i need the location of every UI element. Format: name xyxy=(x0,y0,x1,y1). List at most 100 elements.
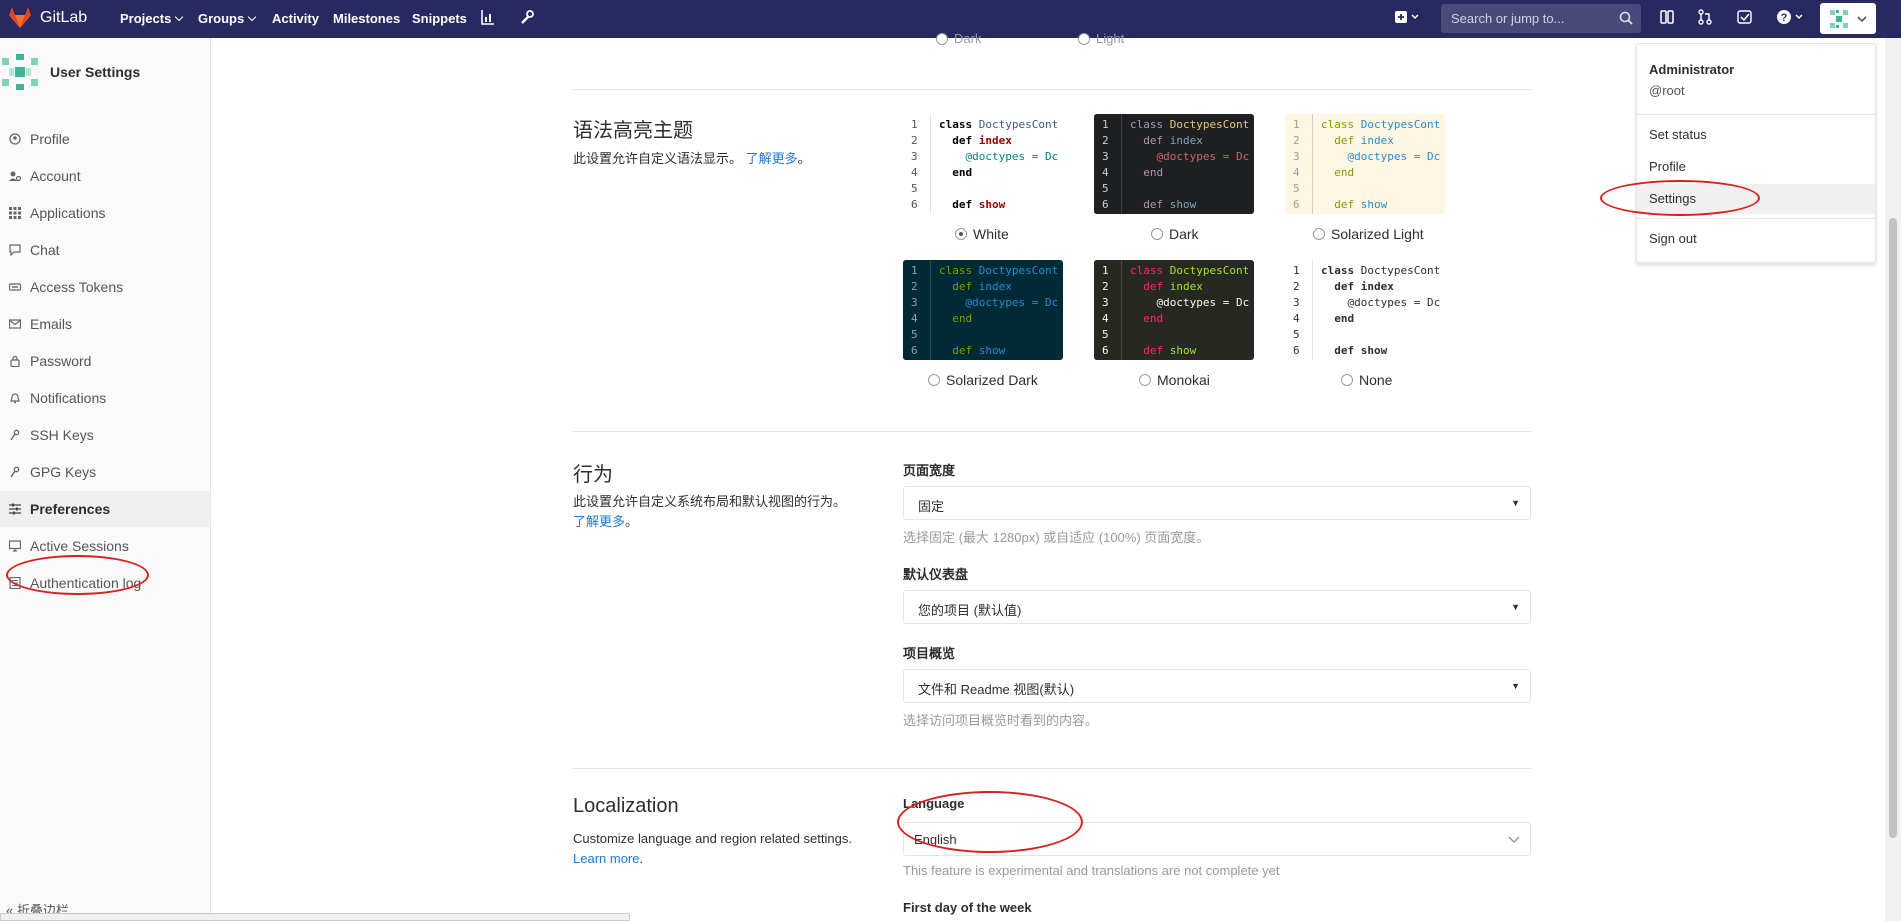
theme-monokai-preview[interactable]: 1 class DoctypesCont 2 def index 3 @doctype… xyxy=(1094,260,1254,360)
user-dropdown-menu: Administrator @root Set status Profile S… xyxy=(1636,43,1876,263)
sidebar-item-label: Profile xyxy=(30,131,70,147)
code-line: def index xyxy=(952,134,1012,147)
chart-icon[interactable] xyxy=(481,9,495,25)
code-line: class DoctypesCont xyxy=(1130,118,1250,131)
chevron-down-icon xyxy=(175,12,184,22)
dropdown-set-status[interactable]: Set status xyxy=(1637,120,1875,150)
option-label: Solarized Dark xyxy=(946,372,1038,388)
radio-button[interactable] xyxy=(1341,374,1353,386)
line-number: 4 xyxy=(1102,166,1109,179)
radio-button[interactable] xyxy=(1139,374,1151,386)
dropdown-sign-out[interactable]: Sign out xyxy=(1637,224,1875,254)
sidebar-item-account[interactable]: Account xyxy=(0,158,210,194)
option-label: Light xyxy=(1096,31,1125,46)
theme-solarized-dark-option[interactable]: Solarized Dark xyxy=(928,372,1038,388)
status-bar xyxy=(0,913,630,921)
line-number: 2 xyxy=(1102,134,1109,147)
merge-request-icon[interactable] xyxy=(1697,9,1713,25)
line-number: 3 xyxy=(1102,150,1109,163)
theme-dark-option[interactable]: Dark xyxy=(1151,226,1199,242)
ui-theme-light-option[interactable]: Light xyxy=(1078,31,1124,46)
nav-snippets[interactable]: Snippets xyxy=(412,11,467,26)
scrollbar-thumb[interactable] xyxy=(1889,218,1897,838)
behavior-learn-more-link[interactable]: 了解更多 xyxy=(573,514,625,529)
option-label: White xyxy=(973,226,1009,242)
code-line: def index xyxy=(1334,134,1394,147)
nav-groups[interactable]: Groups xyxy=(198,11,257,26)
line-number: 5 xyxy=(1102,328,1109,341)
radio-button[interactable] xyxy=(928,374,940,386)
radio-button[interactable] xyxy=(1078,32,1090,45)
radio-button[interactable] xyxy=(1151,228,1163,240)
sidebar-item-profile[interactable]: Profile xyxy=(0,121,210,157)
settings-sidebar: User Settings Profile Account Applicatio… xyxy=(0,38,211,921)
ui-theme-dark-option[interactable]: Dark xyxy=(936,31,981,46)
desc-text: 此设置允许自定义语法显示。 xyxy=(573,151,743,166)
theme-white-option[interactable]: White xyxy=(955,226,1009,242)
theme-none-preview[interactable]: 1 class DoctypesCont 2 def index 3 @doctype… xyxy=(1285,260,1445,360)
annotation-ellipse-preferences xyxy=(6,555,149,595)
code-line: @doctypes = Dc xyxy=(965,150,1059,163)
select-value: 固定 xyxy=(918,499,945,514)
option-label: Solarized Light xyxy=(1331,226,1424,242)
code-line: @doctypes = Dc xyxy=(1347,150,1441,163)
nav-projects[interactable]: Projects xyxy=(120,11,184,26)
language-help: This feature is experimental and transla… xyxy=(903,863,1280,878)
syntax-learn-more-link[interactable]: 了解更多 xyxy=(746,151,798,166)
default-dashboard-label: 默认仪表盘 xyxy=(903,567,969,582)
sidebar-item-password[interactable]: Password xyxy=(0,343,210,379)
help-icon[interactable]: ? xyxy=(1776,9,1806,25)
line-number: 2 xyxy=(911,134,918,147)
sidebar-item-access-tokens[interactable]: Access Tokens xyxy=(0,269,210,305)
radio-button[interactable] xyxy=(936,32,948,45)
theme-dark-preview[interactable]: 1 class DoctypesCont 2 def index 3 @doctype… xyxy=(1094,114,1254,214)
sidebar-item-label: Chat xyxy=(30,242,60,258)
line-number: 2 xyxy=(1293,134,1300,147)
theme-none-option[interactable]: None xyxy=(1341,372,1392,388)
dropdown-user-name: Administrator xyxy=(1649,62,1735,77)
line-number: 1 xyxy=(1102,118,1109,131)
code-line: def show xyxy=(1143,198,1197,211)
line-number: 6 xyxy=(1293,344,1300,357)
radio-button[interactable] xyxy=(1313,228,1325,240)
sidebar-item-notifications[interactable]: Notifications xyxy=(0,380,210,416)
sidebar-header[interactable]: User Settings xyxy=(0,52,140,92)
sidebar-item-applications[interactable]: Applications xyxy=(0,195,210,231)
sidebar-item-chat[interactable]: Chat xyxy=(0,232,210,268)
search-input[interactable]: Search or jump to... xyxy=(1441,4,1641,33)
nav-groups-label: Groups xyxy=(198,11,245,26)
localization-learn-more-link[interactable]: Learn more xyxy=(573,851,639,866)
gitlab-home-link[interactable]: GitLab xyxy=(8,6,87,30)
monitor-icon xyxy=(8,539,22,553)
project-overview-select[interactable]: 文件和 Readme 视图(默认) ▼ xyxy=(903,669,1531,703)
radio-button[interactable] xyxy=(955,228,967,240)
search-placeholder: Search or jump to... xyxy=(1451,11,1565,26)
user-avatar-button[interactable] xyxy=(1820,3,1876,34)
dropdown-username: @root xyxy=(1649,83,1685,98)
theme-monokai-option[interactable]: Monokai xyxy=(1139,372,1210,388)
default-dashboard-select[interactable]: 您的项目 (默认值) ▼ xyxy=(903,590,1531,624)
sidebar-item-preferences[interactable]: Preferences xyxy=(0,491,210,527)
layout-width-select[interactable]: 固定 ▼ xyxy=(903,486,1531,520)
todo-icon[interactable] xyxy=(1737,9,1753,25)
sidebar-item-ssh-keys[interactable]: SSH Keys xyxy=(0,417,210,453)
issues-icon[interactable] xyxy=(1659,9,1675,25)
brand-name: GitLab xyxy=(40,9,88,26)
page-scrollbar[interactable] xyxy=(1885,38,1901,921)
sidebar-item-emails[interactable]: Emails xyxy=(0,306,210,342)
sidebar-item-gpg-keys[interactable]: GPG Keys xyxy=(0,454,210,490)
wrench-icon[interactable] xyxy=(520,9,534,25)
plus-icon[interactable] xyxy=(1394,9,1422,25)
gitlab-logo-icon xyxy=(9,7,31,28)
preferences-icon xyxy=(8,502,22,516)
nav-milestones[interactable]: Milestones xyxy=(333,11,400,26)
first-day-label: First day of the week xyxy=(903,900,1032,915)
dropdown-profile[interactable]: Profile xyxy=(1637,152,1875,182)
theme-solarized-light-preview[interactable]: 1 class DoctypesCont 2 def index 3 @doctype… xyxy=(1285,114,1445,214)
nav-activity[interactable]: Activity xyxy=(272,11,319,26)
theme-solarized-light-option[interactable]: Solarized Light xyxy=(1313,226,1424,242)
theme-solarized-dark-preview[interactable]: 1 class DoctypesCont 2 def index 3 @doctype… xyxy=(903,260,1063,360)
code-line: end xyxy=(1334,312,1355,325)
code-line: end xyxy=(1334,166,1355,179)
theme-white-preview[interactable]: 1 class DoctypesCont 2 def index 3 @doctype… xyxy=(903,114,1063,214)
